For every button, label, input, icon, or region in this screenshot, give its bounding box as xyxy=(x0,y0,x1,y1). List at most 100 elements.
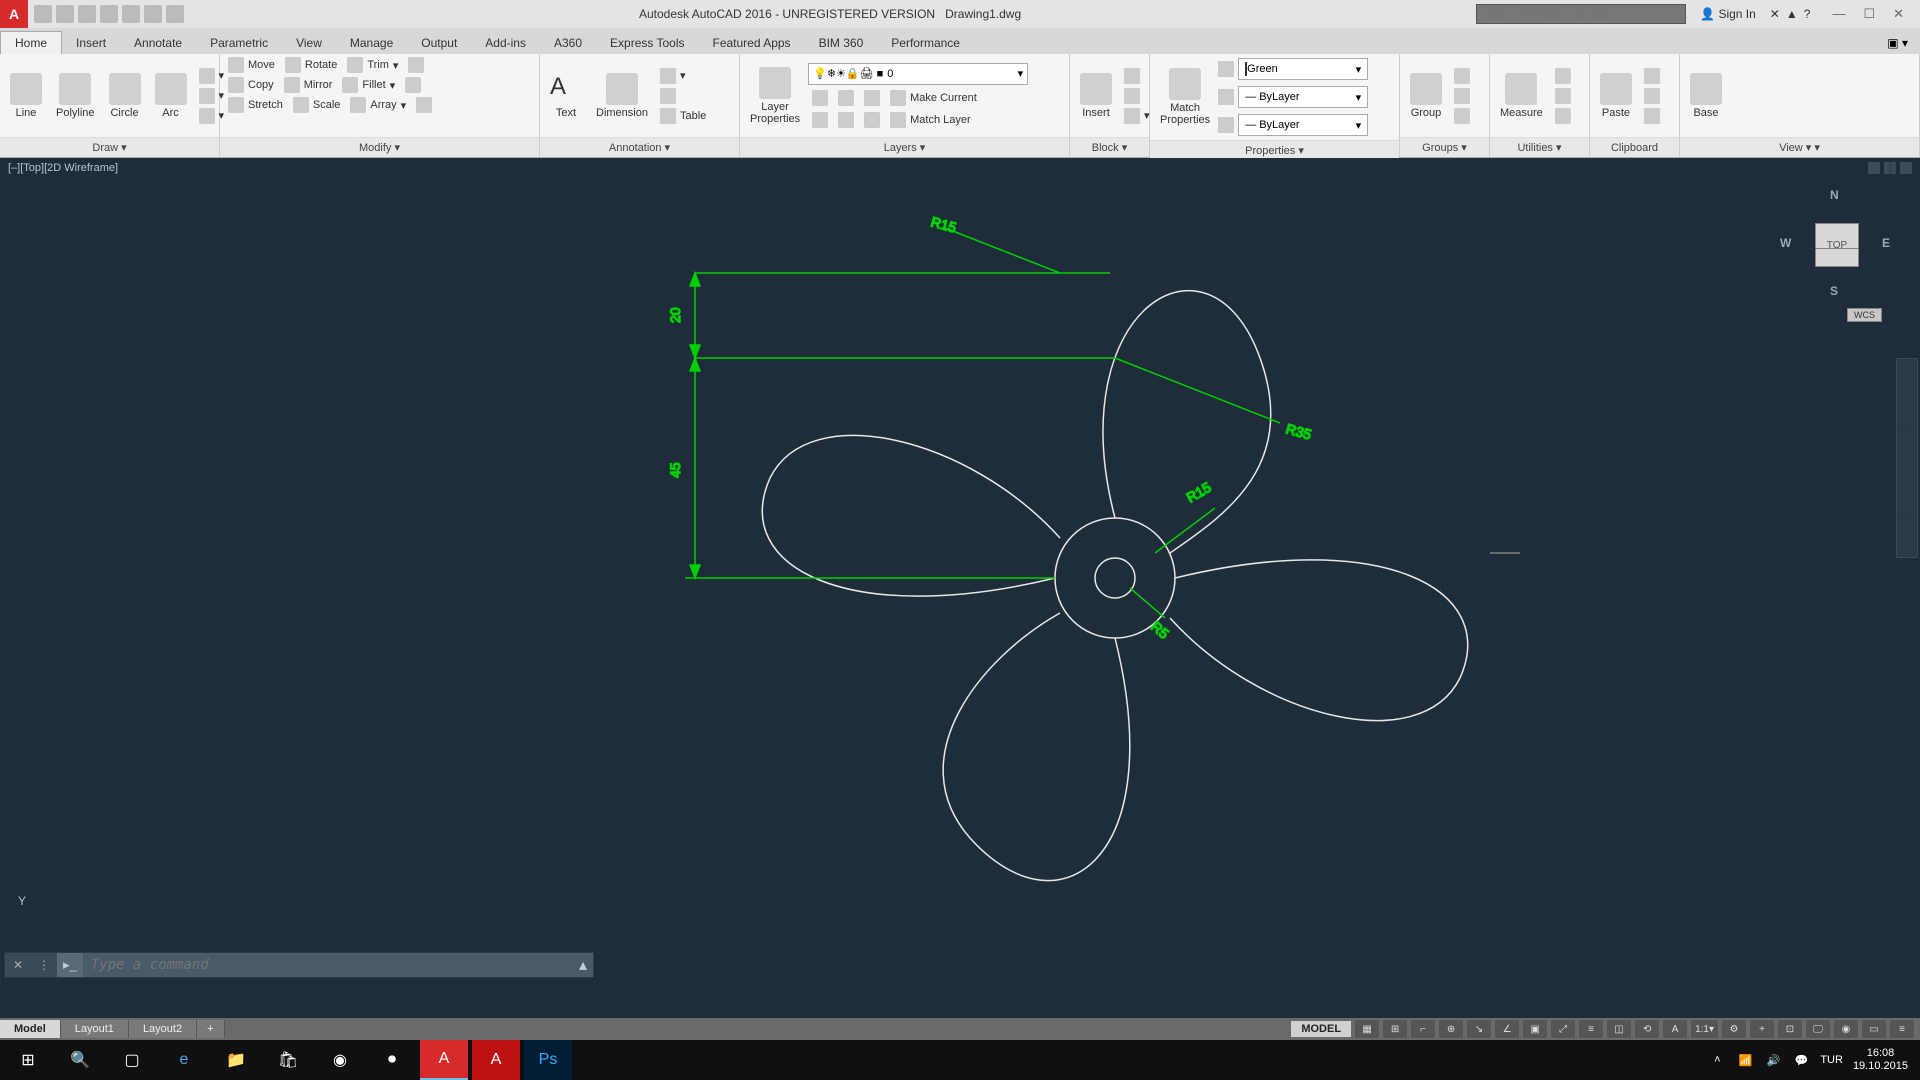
qat-save-icon[interactable] xyxy=(78,5,96,23)
tab-addins[interactable]: Add-ins xyxy=(471,32,540,54)
offset-button[interactable] xyxy=(412,96,436,114)
cut-button[interactable] xyxy=(1640,67,1664,85)
snap-toggle-icon[interactable]: ⊞ xyxy=(1383,1020,1407,1038)
circle-button[interactable]: Circle xyxy=(103,71,147,121)
volume-icon[interactable]: 🔊 xyxy=(1764,1051,1782,1069)
hardware-icon[interactable]: ◉ xyxy=(1834,1020,1858,1038)
annoscale-icon[interactable]: A xyxy=(1663,1020,1687,1038)
match-properties-button[interactable]: Match Properties xyxy=(1154,66,1216,128)
tab-bim360[interactable]: BIM 360 xyxy=(805,32,878,54)
block-create-button[interactable] xyxy=(1120,67,1154,85)
tab-express[interactable]: Express Tools xyxy=(596,32,698,54)
start-button[interactable]: ⊞ xyxy=(4,1040,52,1080)
array-button[interactable]: Array ▾ xyxy=(346,96,410,114)
move-button[interactable]: Move xyxy=(224,56,279,74)
panel-view-title[interactable]: View ▾ ▾ xyxy=(1680,137,1919,157)
panel-block-title[interactable]: Block ▾ xyxy=(1070,137,1149,157)
qat-print-icon[interactable] xyxy=(122,5,140,23)
paste-button[interactable]: Paste xyxy=(1594,71,1638,121)
qat-open-icon[interactable] xyxy=(56,5,74,23)
edge-icon[interactable]: e xyxy=(160,1040,208,1080)
match-layer-button[interactable]: Match Layer xyxy=(886,111,975,129)
a360-icon[interactable]: ▲ xyxy=(1786,7,1798,21)
erase-button[interactable] xyxy=(404,56,428,74)
stretch-button[interactable]: Stretch xyxy=(224,96,287,114)
copy-clip-button[interactable] xyxy=(1640,87,1664,105)
block-insert-button[interactable]: Insert xyxy=(1074,71,1118,121)
osnap-toggle-icon[interactable]: ∠ xyxy=(1495,1020,1519,1038)
panel-clipboard-title[interactable]: Clipboard xyxy=(1590,137,1679,157)
rotate-button[interactable]: Rotate xyxy=(281,56,341,74)
layer-on-button[interactable] xyxy=(808,111,832,129)
polyline-button[interactable]: Polyline xyxy=(50,71,101,121)
layout-tab-model[interactable]: Model xyxy=(0,1020,61,1038)
add-scale-icon[interactable]: + xyxy=(1750,1020,1774,1038)
customize-icon[interactable]: ≡ xyxy=(1890,1020,1914,1038)
app-menu-icon[interactable]: A xyxy=(0,0,28,28)
drawing-canvas[interactable]: [–][Top][2D Wireframe] N S E W TOP WCS xyxy=(0,158,1920,1040)
gear-icon[interactable]: ⚙ xyxy=(1722,1020,1746,1038)
lineweight-dropdown[interactable]: — ByLayer▾ xyxy=(1238,86,1368,108)
workspace-icon[interactable]: ⊡ xyxy=(1778,1020,1802,1038)
sign-in-button[interactable]: 👤 Sign In xyxy=(1692,7,1764,21)
util-2-button[interactable] xyxy=(1551,87,1575,105)
help-search-input[interactable] xyxy=(1476,4,1686,24)
tab-a360[interactable]: A360 xyxy=(540,32,596,54)
measure-button[interactable]: Measure xyxy=(1494,71,1549,121)
ucs-icon[interactable]: Y xyxy=(18,894,26,908)
help-icon[interactable]: ? xyxy=(1804,7,1811,21)
layer-properties-button[interactable]: Layer Properties xyxy=(744,65,806,127)
notification-icon[interactable]: 💬 xyxy=(1792,1051,1810,1069)
status-model[interactable]: MODEL xyxy=(1291,1021,1351,1037)
mtext-button[interactable] xyxy=(656,87,710,105)
autocad-taskbar-icon[interactable]: A xyxy=(420,1040,468,1080)
copy-button[interactable]: Copy xyxy=(224,76,278,94)
recorder-icon[interactable]: ⏺ xyxy=(368,1040,416,1080)
group-button[interactable]: Group xyxy=(1404,71,1448,121)
qat-redo-icon[interactable] xyxy=(166,5,184,23)
otrack-icon[interactable]: ⤢ xyxy=(1551,1020,1575,1038)
tab-parametric[interactable]: Parametric xyxy=(196,32,282,54)
exchange-icon[interactable]: ✕ xyxy=(1770,7,1780,21)
wifi-icon[interactable]: 📶 xyxy=(1736,1051,1754,1069)
block-attr-button[interactable]: ▾ xyxy=(1120,107,1154,125)
layer-lock-button[interactable] xyxy=(860,89,884,107)
clock[interactable]: 16:08 19.10.2015 xyxy=(1853,1047,1908,1073)
panel-utilities-title[interactable]: Utilities ▾ xyxy=(1490,137,1589,157)
taskview-icon[interactable]: ▢ xyxy=(108,1040,156,1080)
block-edit-button[interactable] xyxy=(1120,87,1154,105)
tab-insert[interactable]: Insert xyxy=(62,32,120,54)
make-current-button[interactable]: Make Current xyxy=(886,89,981,107)
qat-new-icon[interactable] xyxy=(34,5,52,23)
3dosnap-icon[interactable]: ▣ xyxy=(1523,1020,1547,1038)
maximize-button[interactable]: ☐ xyxy=(1863,6,1875,22)
base-view-button[interactable]: Base xyxy=(1684,71,1728,121)
layer-thaw-button[interactable] xyxy=(834,111,858,129)
layout-tab-add[interactable]: + xyxy=(197,1020,224,1038)
util-1-button[interactable] xyxy=(1551,67,1575,85)
text-button[interactable]: AText xyxy=(544,71,588,121)
qat-saveas-icon[interactable] xyxy=(100,5,118,23)
panel-modify-title[interactable]: Modify ▾ xyxy=(220,137,539,157)
panel-draw-title[interactable]: Draw ▾ xyxy=(0,137,219,157)
panel-properties-title[interactable]: Properties ▾ xyxy=(1150,140,1399,160)
layout-tab-layout2[interactable]: Layout2 xyxy=(129,1020,197,1038)
trim-button[interactable]: Trim ▾ xyxy=(343,56,402,74)
line-button[interactable]: Line xyxy=(4,71,48,121)
cmd-prompt-icon[interactable]: ▸_ xyxy=(57,953,83,977)
polar-toggle-icon[interactable]: ⊕ xyxy=(1439,1020,1463,1038)
acrobat-icon[interactable]: A xyxy=(472,1040,520,1080)
tab-output[interactable]: Output xyxy=(407,32,471,54)
command-input[interactable] xyxy=(83,957,573,973)
tab-focus-icon[interactable]: ▣ ▾ xyxy=(1875,32,1920,54)
explorer-icon[interactable]: 📁 xyxy=(212,1040,260,1080)
close-button[interactable]: ✕ xyxy=(1893,6,1904,22)
util-3-button[interactable] xyxy=(1551,107,1575,125)
panel-layers-title[interactable]: Layers ▾ xyxy=(740,137,1069,157)
table-button[interactable]: Table xyxy=(656,107,710,125)
ungroup-button[interactable] xyxy=(1450,67,1474,85)
tray-expand-icon[interactable]: ˄ xyxy=(1708,1051,1726,1069)
layer-freeze-button[interactable] xyxy=(834,89,858,107)
tab-performance[interactable]: Performance xyxy=(877,32,974,54)
monitor-icon[interactable]: 🖵 xyxy=(1806,1020,1830,1038)
